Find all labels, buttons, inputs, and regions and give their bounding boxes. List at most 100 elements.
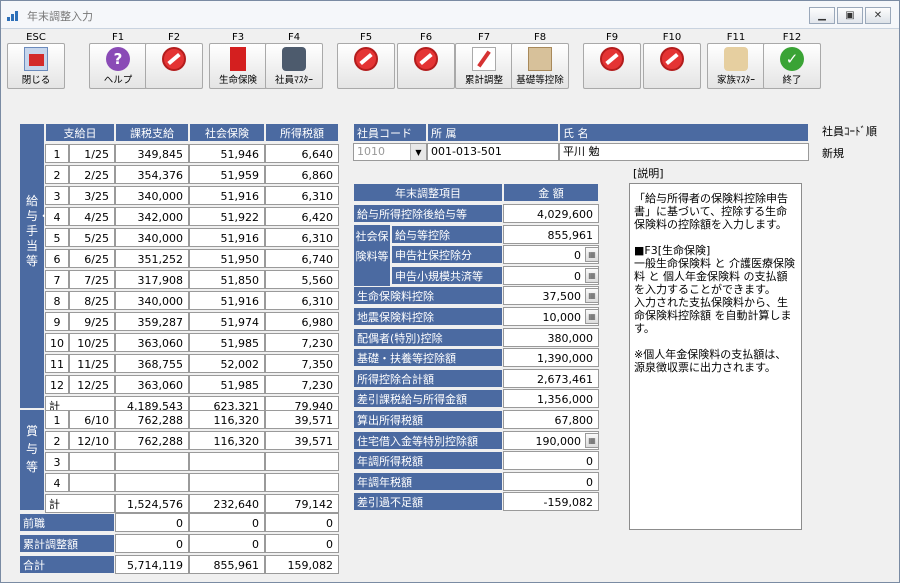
salary-social-field[interactable]: 51,916	[189, 186, 265, 205]
fkey-button-f6[interactable]	[397, 43, 455, 89]
bonus-pay-date-field[interactable]: 12/10	[69, 431, 115, 450]
salary-social-field[interactable]: 51,922	[189, 207, 265, 226]
salary-taxable-field[interactable]: 340,000	[115, 291, 189, 310]
bonus-pay-date-field[interactable]: 6/10	[69, 410, 115, 429]
bonus-taxable-field[interactable]	[115, 473, 189, 492]
salary-social-field[interactable]: 51,916	[189, 291, 265, 310]
calculator-icon[interactable]: ▦	[585, 309, 598, 324]
calculator-icon[interactable]: ▦	[585, 432, 598, 448]
salary-taxable-field[interactable]: 363,060	[115, 375, 189, 394]
cumulative-tax[interactable]: 0	[265, 534, 339, 553]
salary-taxable-field[interactable]: 359,287	[115, 312, 189, 331]
salary-tax-field[interactable]: 6,310	[265, 291, 339, 310]
adjust-value-14[interactable]: -159,082	[503, 492, 599, 512]
cumulative-social[interactable]: 0	[189, 534, 265, 553]
bonus-tax-field[interactable]: 39,571	[265, 431, 339, 450]
bonus-social-field[interactable]: 116,320	[189, 431, 265, 450]
adjust-value-7[interactable]: 1,390,000	[503, 348, 599, 368]
adjust-value-10[interactable]: 67,800	[503, 410, 599, 429]
salary-pay-date-field[interactable]: 5/25	[69, 228, 115, 247]
salary-pay-date-field[interactable]: 11/25	[69, 354, 115, 373]
name-field[interactable]: 平川 勉	[559, 143, 809, 161]
salary-taxable-field[interactable]: 349,845	[115, 144, 189, 163]
salary-tax-field[interactable]: 6,420	[265, 207, 339, 226]
bonus-pay-date-field[interactable]	[69, 473, 115, 492]
salary-tax-field[interactable]: 6,980	[265, 312, 339, 331]
salary-pay-date-field[interactable]: 6/25	[69, 249, 115, 268]
salary-taxable-field[interactable]: 368,755	[115, 354, 189, 373]
fkey-button-esc[interactable]: 閉じる	[7, 43, 65, 89]
salary-tax-field[interactable]: 6,860	[265, 165, 339, 184]
fkey-button-f10[interactable]	[643, 43, 701, 89]
maximize-button[interactable]: ▣	[837, 7, 863, 24]
fkey-button-f5[interactable]	[337, 43, 395, 89]
fkey-button-f12[interactable]: ✓ 終了	[763, 43, 821, 89]
salary-pay-date-field[interactable]: 2/25	[69, 165, 115, 184]
salary-social-field[interactable]: 51,850	[189, 270, 265, 289]
calculator-icon[interactable]: ▦	[585, 247, 598, 263]
salary-social-field[interactable]: 52,002	[189, 354, 265, 373]
salary-taxable-field[interactable]: 342,000	[115, 207, 189, 226]
close-button[interactable]: ✕	[865, 7, 891, 24]
salary-social-field[interactable]: 51,916	[189, 228, 265, 247]
salary-taxable-field[interactable]: 363,060	[115, 333, 189, 352]
department-field[interactable]: 001-013-501	[427, 143, 559, 161]
salary-pay-date-field[interactable]: 7/25	[69, 270, 115, 289]
salary-social-field[interactable]: 51,946	[189, 144, 265, 163]
cumulative-taxable[interactable]: 0	[115, 534, 189, 553]
previous-social[interactable]: 0	[189, 513, 265, 532]
salary-tax-field[interactable]: 6,310	[265, 186, 339, 205]
fkey-button-f3[interactable]: 生命保険	[209, 43, 267, 89]
salary-tax-field[interactable]: 7,350	[265, 354, 339, 373]
salary-pay-date-field[interactable]: 8/25	[69, 291, 115, 310]
salary-tax-field[interactable]: 5,560	[265, 270, 339, 289]
adjust-value-0[interactable]: 4,029,600	[503, 204, 599, 223]
fkey-button-f8[interactable]: 基礎等控除	[511, 43, 569, 89]
adjust-value-2[interactable]: 0 ▦	[503, 245, 599, 265]
fkey-button-f4[interactable]: 社員ﾏｽﾀｰ	[265, 43, 323, 89]
bonus-taxable-field[interactable]: 762,288	[115, 410, 189, 429]
bonus-tax-field[interactable]: 39,571	[265, 410, 339, 429]
salary-pay-date-field[interactable]: 3/25	[69, 186, 115, 205]
bonus-taxable-field[interactable]: 762,288	[115, 431, 189, 450]
previous-tax[interactable]: 0	[265, 513, 339, 532]
adjust-value-3[interactable]: 0 ▦	[503, 265, 599, 285]
salary-social-field[interactable]: 51,974	[189, 312, 265, 331]
adjust-value-4[interactable]: 37,500 ▦	[503, 286, 599, 306]
adjust-value-12[interactable]: 0	[503, 451, 599, 471]
chevron-down-icon[interactable]: ▼	[410, 144, 426, 160]
adjust-value-1[interactable]: 855,961	[503, 224, 599, 244]
salary-tax-field[interactable]: 6,740	[265, 249, 339, 268]
fkey-button-f11[interactable]: 家族ﾏｽﾀｰ	[707, 43, 765, 89]
salary-taxable-field[interactable]: 351,252	[115, 249, 189, 268]
salary-tax-field[interactable]: 7,230	[265, 375, 339, 394]
salary-pay-date-field[interactable]: 9/25	[69, 312, 115, 331]
bonus-tax-field[interactable]	[265, 473, 339, 492]
salary-social-field[interactable]: 51,959	[189, 165, 265, 184]
calculator-icon[interactable]: ▦	[585, 288, 598, 304]
adjust-value-13[interactable]: 0	[503, 471, 599, 491]
bonus-pay-date-field[interactable]	[69, 452, 115, 471]
calculator-icon[interactable]: ▦	[585, 267, 598, 283]
salary-taxable-field[interactable]: 317,908	[115, 270, 189, 289]
salary-pay-date-field[interactable]: 10/25	[69, 333, 115, 352]
salary-pay-date-field[interactable]: 1/25	[69, 144, 115, 163]
bonus-taxable-field[interactable]	[115, 452, 189, 471]
bonus-social-field[interactable]: 116,320	[189, 410, 265, 429]
salary-tax-field[interactable]: 6,640	[265, 144, 339, 163]
minimize-button[interactable]: ▁	[809, 7, 835, 24]
salary-taxable-field[interactable]: 340,000	[115, 186, 189, 205]
salary-taxable-field[interactable]: 340,000	[115, 228, 189, 247]
fkey-button-f1[interactable]: ? ヘルプ	[89, 43, 147, 89]
adjust-value-11[interactable]: 190,000 ▦	[503, 430, 599, 450]
salary-pay-date-field[interactable]: 12/25	[69, 375, 115, 394]
bonus-tax-field[interactable]	[265, 452, 339, 471]
employee-code-select[interactable]: 1010 ▼	[353, 143, 427, 161]
salary-tax-field[interactable]: 6,310	[265, 228, 339, 247]
adjust-value-6[interactable]: 380,000	[503, 327, 599, 347]
bonus-social-field[interactable]	[189, 473, 265, 492]
bonus-social-field[interactable]	[189, 452, 265, 471]
salary-social-field[interactable]: 51,950	[189, 249, 265, 268]
fkey-button-f2[interactable]	[145, 43, 203, 89]
adjust-value-8[interactable]: 2,673,461	[503, 368, 599, 388]
